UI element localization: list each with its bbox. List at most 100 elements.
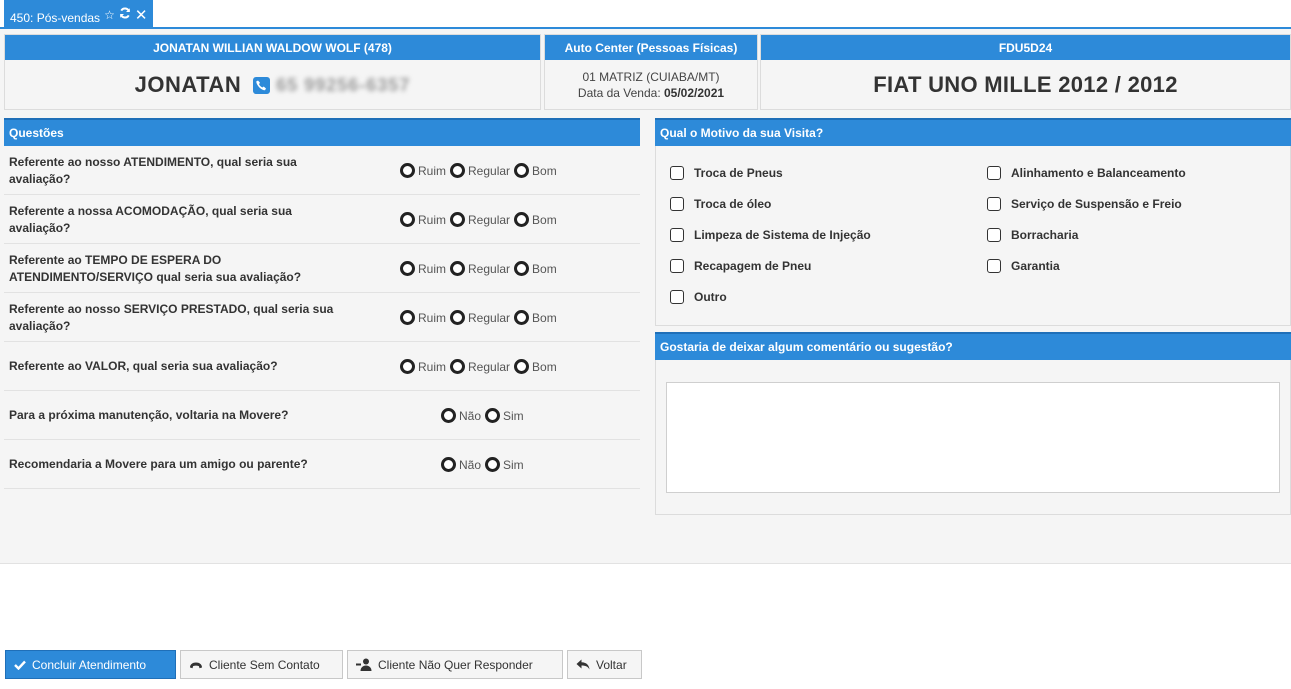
rating-option-sim[interactable]: Sim — [485, 457, 524, 472]
cliente-nao-quer-responder-button[interactable]: Cliente Não Quer Responder — [347, 650, 563, 679]
radio-button[interactable] — [450, 261, 466, 276]
concluir-atendimento-label: Concluir Atendimento — [32, 657, 147, 672]
radio-button[interactable] — [441, 457, 456, 472]
radio-button[interactable] — [485, 408, 501, 423]
motive-checkbox-item[interactable]: Borracharia — [987, 228, 1078, 242]
checkbox[interactable] — [987, 259, 1001, 273]
rating-option-bom[interactable]: Bom — [514, 212, 557, 227]
motive-checkbox-item[interactable]: Recapagem de Pneu — [670, 259, 811, 273]
radio-button[interactable] — [441, 408, 456, 423]
motive-checkbox-item[interactable]: Serviço de Suspensão e Freio — [987, 197, 1182, 211]
rating-option-bom[interactable]: Bom — [514, 310, 557, 325]
store-branch: 01 MATRIZ (CUIABA/MT) — [582, 70, 720, 84]
client-header: JONATAN WILLIAN WALDOW WOLF (478) — [5, 35, 540, 60]
radio-label: Bom — [532, 359, 557, 374]
motive-title: Qual o Motivo da sua Visita? — [655, 118, 1291, 146]
checkbox[interactable] — [670, 290, 684, 304]
checkbox[interactable] — [670, 197, 684, 211]
checkbox[interactable] — [987, 197, 1001, 211]
tab-label: 450: Pós-vendas — [10, 10, 101, 25]
tab-pos-vendas[interactable]: 450: Pós-vendas ☆ ✕ — [4, 0, 154, 29]
user-remove-icon — [356, 658, 372, 671]
rating-option-ruim[interactable]: Ruim — [400, 163, 446, 178]
motive-checkbox-item[interactable]: Alinhamento e Balanceamento — [987, 166, 1186, 180]
rating-option-regular[interactable]: Regular — [450, 261, 510, 276]
radio-button[interactable] — [514, 261, 530, 276]
checkbox-label: Troca de Pneus — [694, 166, 783, 180]
radio-label: Bom — [532, 261, 557, 276]
motive-checkbox-item[interactable]: Troca de Pneus — [670, 166, 783, 180]
tab-bar: 450: Pós-vendas ☆ ✕ — [0, 0, 1291, 29]
vehicle-box: FDU5D24 FIAT UNO MILLE 2012 / 2012 — [760, 34, 1291, 110]
radio-button[interactable] — [514, 212, 530, 227]
comment-panel: Gostaria de deixar algum comentário ou s… — [655, 332, 1291, 515]
checkbox-label: Alinhamento e Balanceamento — [1011, 166, 1186, 180]
rating-option-ruim[interactable]: Ruim — [400, 261, 446, 276]
checkbox[interactable] — [670, 166, 684, 180]
rating-option-ruim[interactable]: Ruim — [400, 212, 446, 227]
checkbox[interactable] — [670, 228, 684, 242]
sale-date-label: Data da Venda: — [577, 86, 661, 100]
rating-option-sim[interactable]: Sim — [485, 408, 524, 423]
rating-options: Ruim Regular Bom — [400, 244, 561, 293]
refresh-icon[interactable] — [119, 7, 131, 22]
phone-icon — [253, 76, 271, 94]
radio-button[interactable] — [450, 163, 466, 178]
cliente-sem-contato-button[interactable]: Cliente Sem Contato — [180, 650, 343, 679]
radio-button[interactable] — [400, 310, 415, 325]
checkbox[interactable] — [987, 166, 1001, 180]
rating-option-regular[interactable]: Regular — [450, 359, 510, 374]
radio-button[interactable] — [514, 310, 530, 325]
question-text: Recomendaria a Movere para um amigo ou p… — [9, 457, 308, 471]
radio-button[interactable] — [450, 212, 466, 227]
rating-option-ruim[interactable]: Ruim — [400, 310, 446, 325]
check-icon — [14, 660, 26, 670]
motive-checkbox-item[interactable]: Garantia — [987, 259, 1060, 273]
cliente-sem-contato-label: Cliente Sem Contato — [209, 657, 320, 672]
rating-option-regular[interactable]: Regular — [450, 310, 510, 325]
radio-label: Ruim — [418, 310, 447, 325]
radio-button[interactable] — [400, 359, 415, 374]
rating-options: Ruim Regular Bom — [400, 146, 561, 195]
rating-option-nao[interactable]: Não — [441, 457, 481, 472]
radio-button[interactable] — [450, 359, 466, 374]
vehicle-model: FIAT UNO MILLE 2012 / 2012 — [873, 72, 1178, 97]
question-text: Referente ao VALOR, qual seria sua avali… — [9, 359, 278, 373]
question-text: Referente ao nosso ATENDIMENTO, qual ser… — [9, 154, 297, 186]
radio-button[interactable] — [450, 310, 466, 325]
comment-input[interactable] — [666, 382, 1280, 493]
rating-option-ruim[interactable]: Ruim — [400, 359, 446, 374]
radio-button[interactable] — [514, 359, 530, 374]
close-icon[interactable]: ✕ — [135, 6, 148, 24]
comment-title: Gostaria de deixar algum comentário ou s… — [655, 332, 1291, 360]
radio-label: Não — [459, 408, 482, 423]
motive-checkbox-item[interactable]: Troca de óleo — [670, 197, 771, 211]
rating-options: Não Sim — [441, 440, 528, 489]
checkbox[interactable] — [670, 259, 684, 273]
question-row: Referente ao TEMPO DE ESPERA DO ATENDIME… — [4, 244, 640, 293]
question-row: Referente ao nosso SERVIÇO PRESTADO, qua… — [4, 293, 640, 342]
radio-button[interactable] — [514, 163, 530, 178]
questions-title: Questões — [4, 118, 640, 146]
radio-button[interactable] — [400, 261, 415, 276]
checkbox[interactable] — [987, 228, 1001, 242]
radio-label: Bom — [532, 163, 557, 178]
star-icon[interactable]: ☆ — [104, 8, 115, 22]
rating-option-bom[interactable]: Bom — [514, 359, 557, 374]
motive-panel: Qual o Motivo da sua Visita? Troca de Pn… — [655, 118, 1291, 326]
rating-option-bom[interactable]: Bom — [514, 163, 557, 178]
rating-option-regular[interactable]: Regular — [450, 163, 510, 178]
rating-option-regular[interactable]: Regular — [450, 212, 510, 227]
voltar-button[interactable]: Voltar — [567, 650, 642, 679]
store-box: Auto Center (Pessoas Físicas) 01 MATRIZ … — [544, 34, 758, 110]
client-phone: 65 99256-6357 — [276, 74, 411, 95]
concluir-atendimento-button[interactable]: Concluir Atendimento — [5, 650, 176, 679]
rating-option-nao[interactable]: Não — [441, 408, 481, 423]
question-row: Referente a nossa ACOMODAÇÃO, qual seria… — [4, 195, 640, 244]
radio-button[interactable] — [400, 163, 415, 178]
motive-checkbox-item[interactable]: Outro — [670, 290, 727, 304]
radio-button[interactable] — [400, 212, 415, 227]
radio-button[interactable] — [485, 457, 501, 472]
motive-checkbox-item[interactable]: Limpeza de Sistema de Injeção — [670, 228, 871, 242]
rating-option-bom[interactable]: Bom — [514, 261, 557, 276]
